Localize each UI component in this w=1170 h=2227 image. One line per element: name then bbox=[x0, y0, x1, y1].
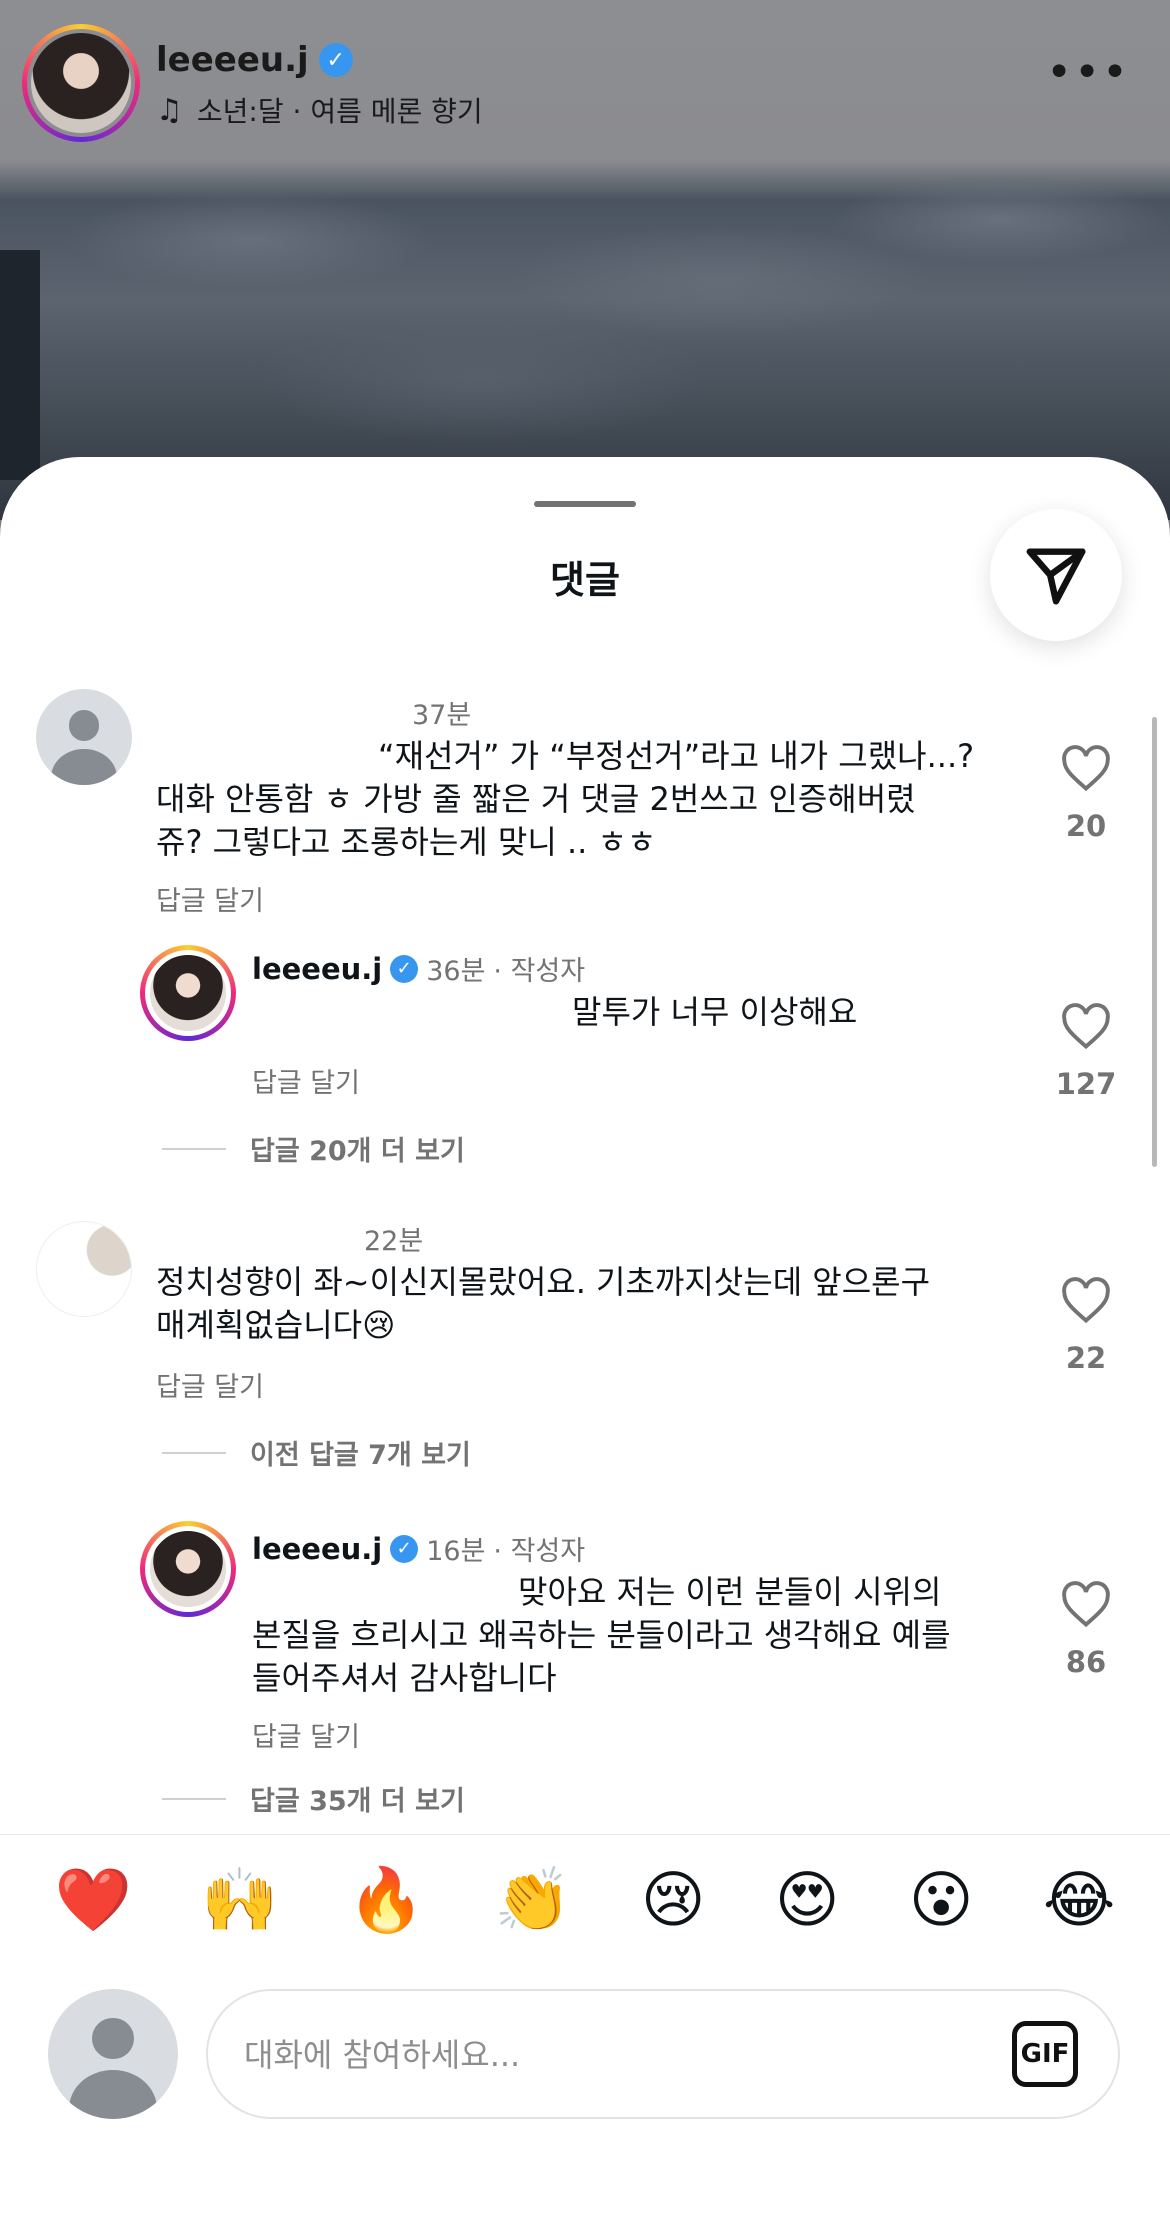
reply-button[interactable]: 답글 달기 bbox=[156, 879, 264, 918]
comment-meta: 37분 bbox=[412, 693, 471, 732]
comments-sheet: 댓글 37분 “재선거” 가 “부정선거”라고 내가 그랬나...? 대화 안통… bbox=[0, 457, 1170, 2227]
sheet-drag-handle[interactable] bbox=[534, 501, 636, 507]
view-previous-replies[interactable]: 이전 답글 7개 보기 bbox=[162, 1433, 471, 1472]
my-avatar bbox=[48, 1989, 178, 2119]
emoji-raised-hands[interactable]: 🙌 bbox=[201, 1868, 278, 1931]
emoji-reaction-bar: ❤️ 🙌 🔥 👏 😢 😍 😮 😂 bbox=[0, 1834, 1170, 1964]
emoji-clap[interactable]: 👏 bbox=[494, 1868, 571, 1931]
thread-line bbox=[162, 1797, 226, 1800]
comment-input-box[interactable]: GIF bbox=[206, 1989, 1120, 2119]
more-options-icon[interactable]: ••• bbox=[1046, 51, 1130, 95]
emoji-fire[interactable]: 🔥 bbox=[348, 1868, 425, 1931]
heart-icon[interactable] bbox=[1060, 1581, 1112, 1629]
music-row[interactable]: ♫ 소년:달 · 여름 메론 향기 bbox=[156, 90, 483, 130]
thread-line bbox=[162, 1147, 226, 1150]
heart-icon[interactable] bbox=[1060, 745, 1112, 793]
like-control[interactable]: 20 bbox=[1046, 745, 1126, 843]
gif-button[interactable]: GIF bbox=[1012, 2021, 1078, 2087]
comment-text-line: 매계획없습니다😢 bbox=[156, 1306, 396, 1344]
reply-text-line: 들어주셔서 감사합니다 bbox=[252, 1659, 557, 1697]
heart-icon[interactable] bbox=[1060, 1003, 1112, 1051]
like-count: 20 bbox=[1065, 809, 1107, 843]
commenter-avatar[interactable] bbox=[36, 689, 132, 785]
comment-text-line: 정치성향이 좌~이신지몰랐어요. 기초까지삿는데 앞으론구 bbox=[156, 1263, 931, 1301]
view-more-replies-label[interactable]: 답글 20개 더 보기 bbox=[250, 1129, 465, 1168]
reply-button[interactable]: 답글 달기 bbox=[252, 1715, 360, 1754]
comment-meta: 22분 bbox=[364, 1219, 423, 1258]
verified-badge-icon: ✓ bbox=[390, 1534, 419, 1563]
view-more-replies[interactable]: 답글 20개 더 보기 bbox=[162, 1129, 465, 1168]
author-tag: · 작성자 bbox=[493, 1536, 586, 1567]
emoji-surprised[interactable]: 😮 bbox=[909, 1868, 974, 1931]
view-more-replies-label[interactable]: 답글 35개 더 보기 bbox=[250, 1779, 465, 1818]
reply-time: 36분 bbox=[426, 956, 486, 987]
comment-text-line: 쥬? 그렇다고 조롱하는게 맞니 .. ㅎㅎ bbox=[156, 823, 657, 861]
post-header: leeeeu.j ✓ ♫ 소년:달 · 여름 메론 향기 ••• bbox=[0, 0, 1170, 160]
reply-text-line: 맞아요 저는 이런 분들이 시위의 bbox=[518, 1573, 942, 1611]
author-reply-avatar[interactable] bbox=[140, 1521, 236, 1617]
reply-meta: leeeeu.j ✓ 36분 · 작성자 bbox=[252, 949, 585, 988]
verified-badge-icon: ✓ bbox=[318, 43, 353, 77]
like-control[interactable]: 127 bbox=[1046, 1003, 1126, 1101]
author-avatar[interactable] bbox=[22, 24, 140, 142]
reply-meta: leeeeu.j ✓ 16분 · 작성자 bbox=[252, 1529, 585, 1568]
share-button[interactable] bbox=[990, 509, 1122, 641]
reply-button[interactable]: 답글 달기 bbox=[252, 1061, 360, 1100]
thread-line bbox=[162, 1451, 226, 1454]
reply-text: 말투가 너무 이상해요 bbox=[572, 993, 858, 1031]
comment-text: “재선거” 가 “부정선거”라고 내가 그랬나...? 대화 안통함 ㅎ 가방 … bbox=[156, 735, 1036, 864]
author-tag: · 작성자 bbox=[493, 956, 586, 987]
scrollbar[interactable] bbox=[1152, 717, 1157, 1167]
music-title[interactable]: 소년:달 · 여름 메론 향기 bbox=[197, 90, 483, 130]
view-more-replies[interactable]: 답글 35개 더 보기 bbox=[162, 1779, 465, 1818]
music-note-icon: ♫ bbox=[156, 92, 183, 128]
view-previous-replies-label[interactable]: 이전 답글 7개 보기 bbox=[250, 1433, 471, 1472]
reply-username[interactable]: leeeeu.j bbox=[252, 1532, 382, 1566]
send-icon bbox=[1026, 548, 1086, 605]
emoji-crying[interactable]: 😢 bbox=[641, 1868, 706, 1931]
post-image-structure bbox=[0, 250, 40, 480]
heart-icon[interactable] bbox=[1060, 1277, 1112, 1325]
commenter-avatar[interactable] bbox=[36, 1221, 132, 1317]
like-control[interactable]: 86 bbox=[1046, 1581, 1126, 1679]
like-count: 22 bbox=[1065, 1341, 1107, 1375]
reply-text: 맞아요 저는 이런 분들이 시위의 본질을 흐리시고 왜곡하는 분들이라고 생각… bbox=[252, 1571, 1032, 1700]
author-name-row[interactable]: leeeeu.j ✓ bbox=[156, 40, 353, 80]
comment-time: 22분 bbox=[364, 1226, 424, 1257]
emoji-heart[interactable]: ❤️ bbox=[55, 1868, 132, 1931]
verified-badge-icon: ✓ bbox=[390, 954, 419, 983]
reply-text-line: 본질을 흐리시고 왜곡하는 분들이라고 생각해요 예를 bbox=[252, 1616, 951, 1654]
like-control[interactable]: 22 bbox=[1046, 1277, 1126, 1375]
author-username[interactable]: leeeeu.j bbox=[156, 40, 309, 80]
reply-time: 16분 bbox=[426, 1536, 486, 1567]
emoji-laughing[interactable]: 😂 bbox=[1043, 1868, 1115, 1931]
comment-text: 정치성향이 좌~이신지몰랐어요. 기초까지삿는데 앞으론구 매계획없습니다😢 bbox=[156, 1261, 1036, 1347]
reply-button[interactable]: 답글 달기 bbox=[156, 1365, 264, 1404]
like-count: 127 bbox=[1055, 1067, 1117, 1101]
author-reply-avatar[interactable] bbox=[140, 945, 236, 1041]
comment-text-line: 대화 안통함 ㅎ 가방 줄 짧은 거 댓글 2번쓰고 인증해버렸 bbox=[156, 780, 916, 818]
emoji-heart-eyes[interactable]: 😍 bbox=[775, 1868, 840, 1931]
comment-text-line: “재선거” 가 “부정선거”라고 내가 그랬나...? bbox=[378, 737, 975, 775]
comment-composer: GIF bbox=[0, 1977, 1170, 2127]
comment-time: 37분 bbox=[412, 700, 472, 731]
post-image-clouds bbox=[0, 160, 1170, 460]
comment-input[interactable] bbox=[244, 2029, 944, 2081]
like-count: 86 bbox=[1065, 1645, 1107, 1679]
reply-username[interactable]: leeeeu.j bbox=[252, 952, 382, 986]
